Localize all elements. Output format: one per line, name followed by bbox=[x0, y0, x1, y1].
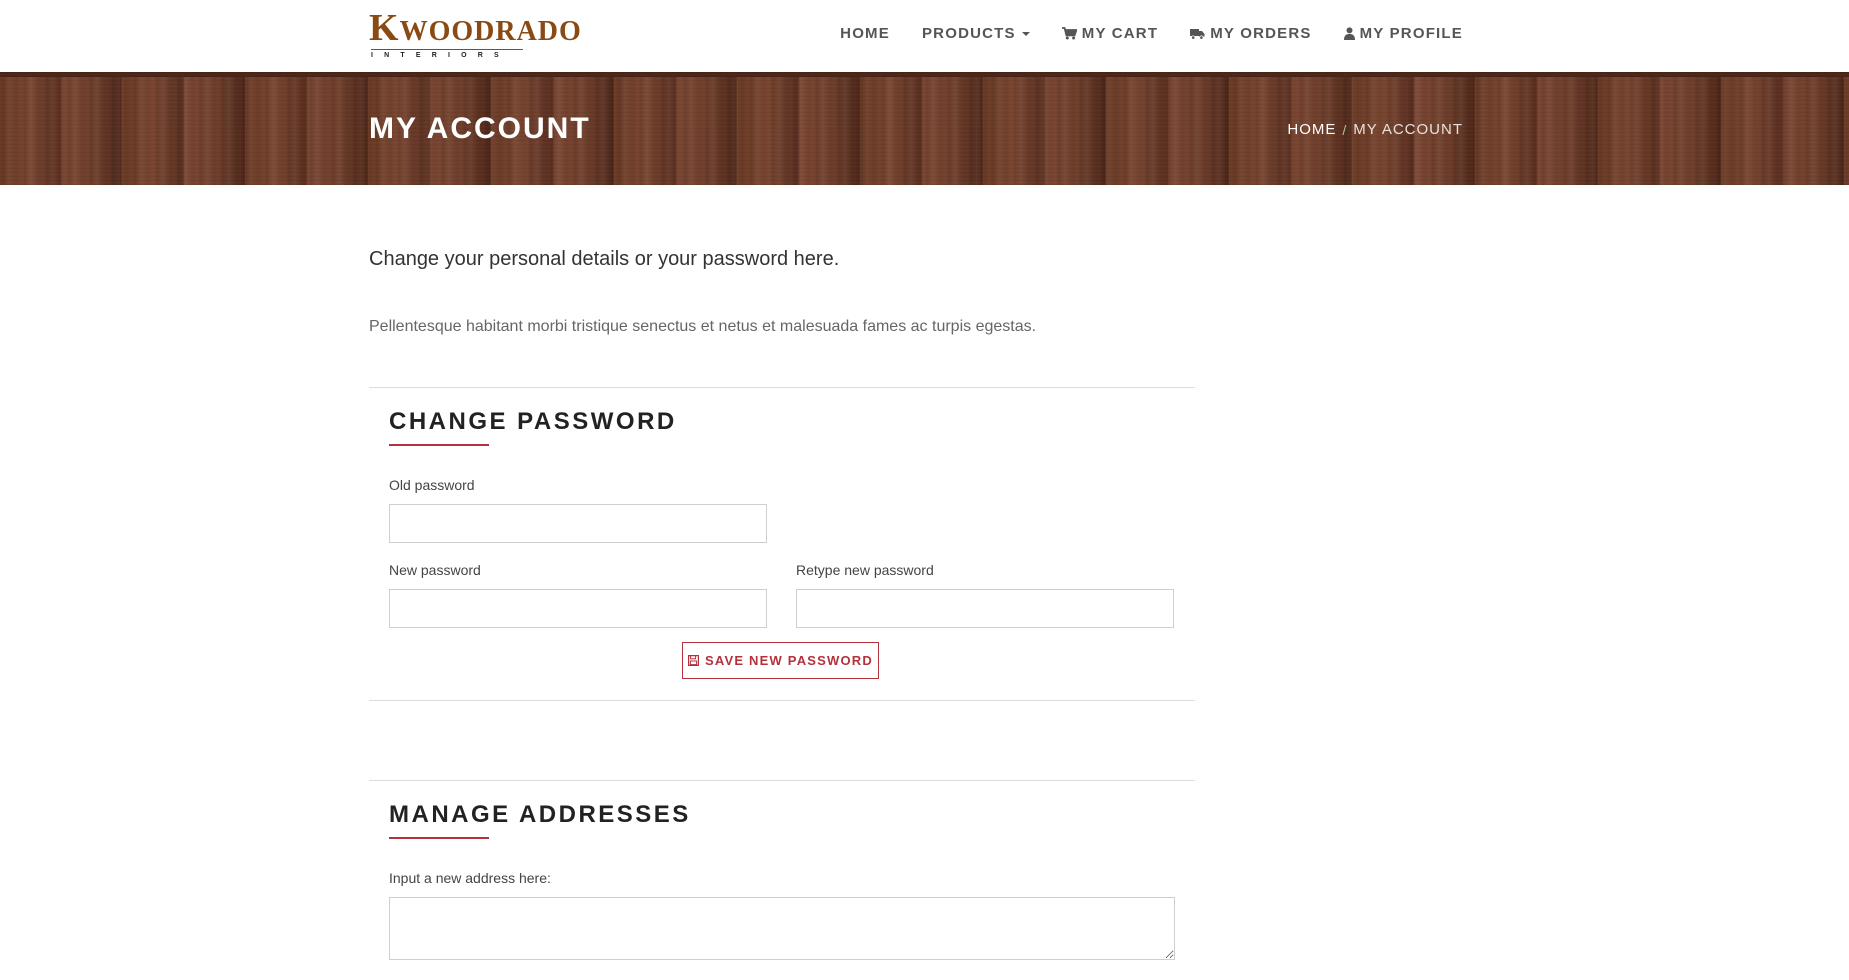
user-icon bbox=[1343, 27, 1355, 40]
nav-home-label: HOME bbox=[840, 25, 890, 42]
change-password-heading: CHANGE PASSWORD bbox=[389, 408, 677, 435]
truck-icon bbox=[1190, 28, 1205, 40]
main-nav: HOME PRODUCTS MY CART MY ORDERS MY PROFI… bbox=[840, 25, 1463, 42]
change-password-panel: CHANGE PASSWORD Old password New passwor… bbox=[369, 387, 1195, 701]
manage-addresses-heading: MANAGE ADDRESSES bbox=[389, 801, 691, 828]
page-banner bbox=[0, 72, 1849, 185]
page-title: MY ACCOUNT bbox=[369, 112, 591, 145]
breadcrumb-current: MY ACCOUNT bbox=[1353, 121, 1463, 138]
nav-my-cart-label: MY CART bbox=[1081, 25, 1159, 42]
save-icon bbox=[688, 655, 699, 666]
new-address-label: Input a new address here: bbox=[389, 870, 551, 886]
save-new-password-label: SAVE NEW PASSWORD bbox=[705, 653, 873, 668]
nav-my-cart[interactable]: MY CART bbox=[1061, 25, 1159, 42]
breadcrumb: HOME / MY ACCOUNT bbox=[1287, 121, 1463, 138]
nav-my-profile[interactable]: MY PROFILE bbox=[1343, 25, 1463, 42]
new-password-input[interactable] bbox=[389, 589, 767, 628]
intro-lead: Change your personal details or your pas… bbox=[369, 248, 840, 270]
heading-underline bbox=[389, 837, 489, 839]
intro-text: Pellentesque habitant morbi tristique se… bbox=[369, 318, 1037, 335]
old-password-input[interactable] bbox=[389, 504, 767, 543]
nav-home[interactable]: HOME bbox=[840, 25, 890, 42]
nav-my-profile-label: MY PROFILE bbox=[1359, 25, 1463, 42]
retype-password-label: Retype new password bbox=[796, 562, 934, 578]
new-address-textarea[interactable] bbox=[389, 897, 1175, 960]
brand-logo[interactable]: KWOODRADO INTERIORS bbox=[369, 9, 581, 61]
caret-down-icon bbox=[1021, 32, 1030, 36]
logo-tagline: INTERIORS bbox=[371, 49, 523, 59]
breadcrumb-separator: / bbox=[1342, 121, 1348, 138]
new-password-label: New password bbox=[389, 562, 481, 578]
nav-my-orders-label: MY ORDERS bbox=[1210, 25, 1312, 42]
nav-my-orders[interactable]: MY ORDERS bbox=[1190, 25, 1311, 42]
top-navbar: KWOODRADO INTERIORS HOME PRODUCTS MY CAR… bbox=[0, 0, 1849, 72]
breadcrumb-home-link[interactable]: HOME bbox=[1287, 121, 1336, 138]
logo-wordmark: KWOODRADO bbox=[369, 7, 582, 49]
cart-icon bbox=[1061, 27, 1077, 40]
save-new-password-button[interactable]: SAVE NEW PASSWORD bbox=[682, 642, 879, 679]
nav-products-dropdown[interactable]: PRODUCTS bbox=[922, 25, 1030, 42]
retype-password-input[interactable] bbox=[796, 589, 1174, 628]
manage-addresses-panel: MANAGE ADDRESSES Input a new address her… bbox=[369, 780, 1195, 980]
heading-underline bbox=[389, 444, 489, 446]
old-password-label: Old password bbox=[389, 477, 475, 493]
nav-products-label: PRODUCTS bbox=[921, 25, 1016, 42]
